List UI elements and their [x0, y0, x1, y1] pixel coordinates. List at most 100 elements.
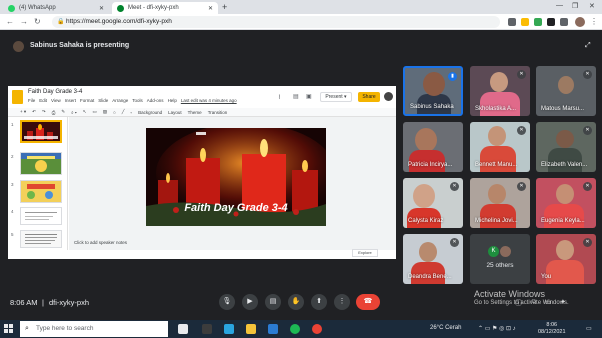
toolbar-background[interactable]: Background: [138, 110, 162, 115]
tab-meet[interactable]: Meet - dfi-xyky-pxh ✕: [112, 2, 218, 14]
edge-icon[interactable]: [224, 324, 234, 334]
new-tab-button[interactable]: +: [222, 2, 227, 12]
activity-icon[interactable]: ⌇: [278, 94, 281, 101]
forward-icon[interactable]: →: [20, 17, 28, 26]
widgets-icon[interactable]: [202, 324, 212, 334]
bookmark-star-icon[interactable]: [521, 18, 529, 26]
others-tile[interactable]: K 25 others: [470, 234, 530, 284]
image-icon[interactable]: ▨: [103, 109, 107, 115]
participant-tile[interactable]: ✕ Elizabeth Valen...: [536, 122, 596, 172]
captions-button[interactable]: ▤: [265, 294, 281, 310]
toolbar-theme[interactable]: Theme: [188, 110, 202, 115]
participant-tile[interactable]: ✕ Bennett Manu...: [470, 122, 530, 172]
pin-icon[interactable]: ⤢: [585, 42, 591, 50]
menu-file[interactable]: File: [28, 98, 35, 103]
close-window-icon[interactable]: ✕: [589, 2, 595, 10]
add-icon[interactable]: + ▾: [20, 109, 26, 115]
file-explorer-icon[interactable]: [246, 324, 256, 334]
back-icon[interactable]: ←: [6, 17, 14, 26]
present-now-button[interactable]: ⬆: [311, 294, 327, 310]
close-icon[interactable]: ✕: [208, 5, 213, 12]
thumb-number: 2: [11, 154, 14, 159]
present-button[interactable]: Present ▾: [320, 92, 352, 102]
print-icon[interactable]: ⎙: [52, 110, 56, 115]
url-text: https://meet.google.com/dfi-xyky-pxh: [66, 18, 172, 25]
system-tray-icons[interactable]: ⌃ ▭ ⚑ ◎ ⊡ ♪: [478, 325, 516, 332]
menu-arrange[interactable]: Arrange: [112, 98, 128, 103]
slide-thumbnail-3[interactable]: [20, 180, 62, 203]
raise-hand-button[interactable]: ✋: [288, 294, 304, 310]
share-label: Share: [362, 94, 376, 100]
menu-insert[interactable]: Insert: [65, 98, 76, 103]
url-input[interactable]: 🔒 https://meet.google.com/dfi-xyky-pxh: [52, 16, 500, 28]
close-icon[interactable]: ✕: [99, 5, 104, 12]
extension-icon[interactable]: [534, 18, 542, 26]
comment-add-icon[interactable]: ▫: [131, 110, 133, 115]
slide-canvas[interactable]: Faith Day Grade 3-4: [69, 117, 396, 250]
participant-tile[interactable]: ✕ Skholastika A...: [470, 66, 530, 116]
explore-button[interactable]: Explore: [352, 249, 378, 257]
clock-time: 8:06: [546, 322, 558, 328]
tab-whatsapp[interactable]: (4) WhatsApp ✕: [3, 2, 109, 14]
last-edit-link[interactable]: Last edit was 4 minutes ago: [181, 98, 237, 103]
end-call-button[interactable]: ☎: [356, 294, 380, 310]
mic-off-icon: ✕: [450, 182, 459, 191]
comment-icon[interactable]: ▤: [293, 93, 299, 100]
account-avatar[interactable]: [384, 92, 393, 101]
self-view-tile[interactable]: ✕ You: [536, 234, 596, 284]
store-icon[interactable]: [268, 324, 278, 334]
task-view-icon[interactable]: [178, 324, 188, 334]
menu-slide[interactable]: Slide: [98, 98, 108, 103]
participant-tile[interactable]: ✕ Matous Marsu...: [536, 66, 596, 116]
redo-icon[interactable]: ↷: [42, 109, 46, 115]
weather-status[interactable]: 26°C Cerah: [430, 325, 461, 331]
menu-icon[interactable]: ⋮: [590, 17, 598, 26]
share-button[interactable]: Share: [358, 92, 380, 102]
textbox-icon[interactable]: ▭: [93, 109, 97, 115]
more-options-button[interactable]: ⋮: [334, 294, 350, 310]
thumb-graphic: [25, 212, 57, 220]
camera-icon[interactable]: [508, 18, 516, 26]
reload-icon[interactable]: ↻: [34, 17, 41, 26]
participant-tile[interactable]: Patricia Incirya...: [403, 122, 463, 172]
puzzle-icon[interactable]: [560, 18, 568, 26]
participant-tile[interactable]: ✕ Deandra Bene...: [403, 234, 463, 284]
windows-start-icon[interactable]: [4, 324, 14, 334]
spotify-icon[interactable]: [290, 324, 300, 334]
paint-format-icon[interactable]: ✎: [61, 109, 65, 115]
menu-addons[interactable]: Add-ons: [147, 98, 164, 103]
slide-thumbnail-2[interactable]: [20, 152, 62, 175]
camera-button[interactable]: ▶: [242, 294, 258, 310]
participant-tile[interactable]: ▮ Sabinus Sahaka: [403, 66, 463, 116]
shape-icon[interactable]: ○: [113, 110, 116, 115]
taskbar-search-input[interactable]: ⌕ Type here to search: [20, 321, 168, 337]
toolbar-layout[interactable]: Layout: [168, 110, 182, 115]
current-slide[interactable]: Faith Day Grade 3-4: [146, 128, 326, 226]
toolbar-transition[interactable]: Transition: [208, 110, 228, 115]
maximize-icon[interactable]: ❐: [572, 2, 578, 10]
menu-edit[interactable]: Edit: [39, 98, 47, 103]
menu-help[interactable]: Help: [168, 98, 177, 103]
taskbar-clock[interactable]: 8:06 08/12/2021: [538, 322, 566, 336]
participant-tile[interactable]: ✕ Eugenia Keyla...: [536, 178, 596, 228]
participant-tile[interactable]: ✕ Calysta Kiraz: [403, 178, 463, 228]
slide-thumbnail-5[interactable]: [20, 230, 62, 248]
profile-avatar[interactable]: [575, 17, 585, 27]
minimize-icon[interactable]: —: [556, 2, 563, 9]
select-icon[interactable]: ↖: [83, 109, 87, 115]
mic-button[interactable]: 🎙: [219, 294, 235, 310]
menu-view[interactable]: View: [51, 98, 61, 103]
speaker-notes[interactable]: Click to add speaker notes: [74, 240, 127, 245]
participant-tile[interactable]: ✕ Michelina Jovi...: [470, 178, 530, 228]
notification-icon[interactable]: ▭: [586, 325, 592, 332]
undo-icon[interactable]: ↶: [32, 109, 36, 115]
menu-format[interactable]: Format: [80, 98, 94, 103]
extension-icon-2[interactable]: [547, 18, 555, 26]
meet-present-icon[interactable]: ▣: [306, 93, 312, 100]
menu-tools[interactable]: Tools: [132, 98, 143, 103]
line-icon[interactable]: ╱: [122, 109, 125, 115]
zoom-icon[interactable]: ⌕ ▾: [71, 110, 77, 115]
chrome-icon[interactable]: [312, 324, 322, 334]
slide-thumbnail-1[interactable]: [20, 120, 62, 143]
slide-thumbnail-4[interactable]: [20, 207, 62, 225]
